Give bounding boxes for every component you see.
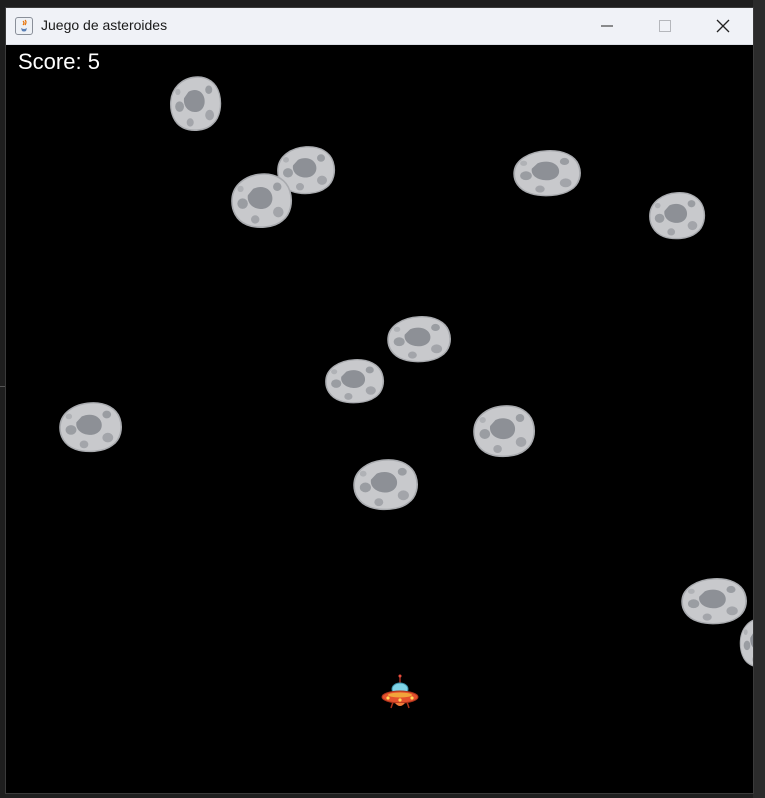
- minimize-icon: [601, 25, 613, 27]
- java-app-icon: [15, 17, 33, 35]
- asteroid-icon: [681, 577, 747, 625]
- maximize-button[interactable]: [642, 8, 688, 44]
- asteroid-icon: [59, 402, 122, 453]
- asteroid-icon: [387, 315, 451, 363]
- close-button[interactable]: [700, 8, 746, 44]
- asteroid-icon: [353, 459, 418, 511]
- window-title: Juego de asteroides: [41, 17, 168, 33]
- asteroid-icon: [739, 618, 753, 668]
- game-window[interactable]: Juego de asteroides Score: 5: [5, 7, 754, 794]
- ufo-ship-icon: [381, 674, 419, 709]
- close-icon: [716, 19, 730, 33]
- asteroid-icon: [473, 405, 536, 458]
- score-label: Score: 5: [18, 49, 100, 74]
- game-canvas[interactable]: Score: 5: [6, 45, 753, 793]
- asteroid-icon: [649, 192, 706, 240]
- asteroid-icon: [231, 173, 293, 228]
- asteroid-icon: [169, 76, 222, 131]
- title-bar[interactable]: Juego de asteroides: [6, 8, 753, 45]
- asteroid-icon: [325, 358, 385, 404]
- asteroid-icon: [513, 149, 581, 197]
- maximize-icon: [659, 20, 671, 32]
- background-panel-right: [753, 0, 765, 798]
- minimize-button[interactable]: [584, 8, 630, 44]
